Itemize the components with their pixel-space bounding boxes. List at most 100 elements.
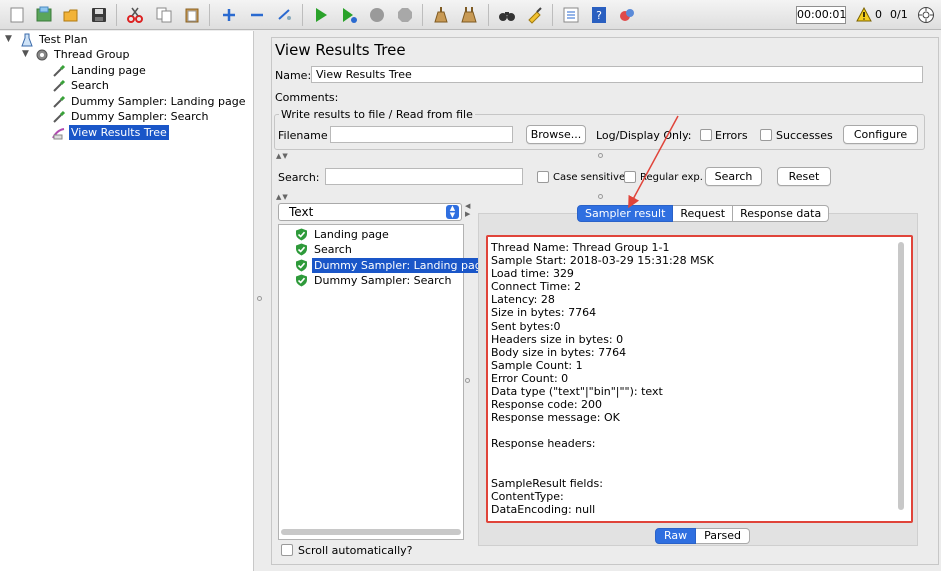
templates-icon[interactable]: [33, 4, 55, 26]
tree-item-view-results-tree[interactable]: View Results Tree: [52, 125, 169, 140]
splitter-handle[interactable]: [598, 194, 603, 199]
clear-all-icon[interactable]: [458, 4, 480, 26]
active-threads-count: 0/1: [890, 8, 908, 21]
expand-arrow-icon[interactable]: ▼: [22, 49, 29, 59]
regular-exp-label: Regular exp.: [640, 172, 703, 183]
errors-checkbox[interactable]: [700, 129, 712, 141]
collapse-icon[interactable]: [246, 4, 268, 26]
test-plan-tree: ▼ Test Plan ▼ Thread Group Landing page …: [0, 31, 254, 571]
list-item[interactable]: Search: [295, 242, 354, 257]
browse-button[interactable]: Browse...: [526, 125, 586, 144]
open-icon[interactable]: [60, 4, 82, 26]
tree-item-label: Search: [71, 79, 109, 92]
test-plan-icon: [20, 33, 34, 47]
expand-icon[interactable]: [218, 4, 240, 26]
tree-item-label: Test Plan: [39, 33, 88, 46]
reset-search-icon[interactable]: [524, 4, 546, 26]
splitter-handle[interactable]: [598, 153, 603, 158]
sampler-result-text[interactable]: Thread Name: Thread Group 1-1 Sample Sta…: [486, 235, 913, 523]
collapse-arrows[interactable]: ▲▼: [276, 152, 289, 160]
comments-label: Comments:: [275, 91, 339, 104]
search-icon[interactable]: [496, 4, 518, 26]
cut-icon[interactable]: [124, 4, 146, 26]
search-label: Search:: [278, 171, 320, 184]
clear-icon[interactable]: [430, 4, 452, 26]
scroll-automatically-label: Scroll automatically?: [298, 544, 413, 557]
splitter-handle[interactable]: [465, 378, 470, 383]
function-helper-icon[interactable]: [560, 4, 582, 26]
expand-arrow-icon[interactable]: ▼: [5, 34, 12, 44]
list-item-label: Dummy Sampler: Landing page: [312, 258, 491, 273]
name-field[interactable]: View Results Tree: [311, 66, 923, 83]
tab-sampler-result[interactable]: Sampler result: [577, 205, 674, 222]
write-results-title: Write results to file / Read from file: [279, 108, 475, 121]
pipette-icon: [52, 110, 66, 124]
name-label: Name:: [275, 69, 312, 82]
remote-status-icon[interactable]: [917, 6, 935, 27]
sample-results-list: Landing page Search Dummy Sampler: Landi…: [278, 224, 491, 540]
tree-item-test-plan[interactable]: Test Plan: [20, 32, 90, 47]
toggle-icon[interactable]: [274, 4, 296, 26]
scroll-automatically-checkbox[interactable]: [281, 544, 293, 556]
filename-input[interactable]: [330, 126, 513, 143]
successes-checkbox[interactable]: [760, 129, 772, 141]
regular-exp-checkbox[interactable]: [624, 171, 636, 183]
horizontal-scrollbar[interactable]: [281, 529, 461, 535]
pipette-icon: [52, 95, 66, 109]
tab-response-data[interactable]: Response data: [733, 205, 830, 222]
tree-item-landing-page[interactable]: Landing page: [52, 63, 148, 78]
renderer-select[interactable]: Text ▲ ▼: [278, 203, 462, 221]
warning-icon[interactable]: [856, 6, 872, 25]
toolbar: ? 00:00:01 0 0/1: [0, 0, 941, 30]
main-splitter[interactable]: [254, 31, 268, 571]
list-item[interactable]: Dummy Sampler: Search: [295, 273, 453, 288]
search-input[interactable]: [325, 168, 523, 185]
start-no-pause-icon[interactable]: [338, 4, 360, 26]
success-shield-icon: [296, 243, 307, 256]
success-shield-icon: [296, 259, 307, 272]
tree-item-label: Thread Group: [54, 48, 130, 61]
raw-button[interactable]: Raw: [655, 528, 697, 544]
list-item-label: Landing page: [314, 228, 389, 241]
elapsed-timer: 00:00:01: [796, 6, 846, 24]
vertical-scrollbar[interactable]: [898, 242, 904, 510]
list-item[interactable]: Landing page: [295, 227, 391, 242]
save-icon[interactable]: [88, 4, 110, 26]
tree-item-dummy-landing[interactable]: Dummy Sampler: Landing page: [52, 94, 247, 109]
list-item[interactable]: Dummy Sampler: Landing page: [295, 258, 491, 273]
collapse-arrows[interactable]: ◀ ▶: [465, 202, 471, 218]
log-display-label: Log/Display Only:: [596, 129, 692, 142]
list-item-label: Dummy Sampler: Search: [314, 274, 452, 287]
new-icon[interactable]: [6, 4, 28, 26]
tree-item-label: View Results Tree: [69, 125, 169, 140]
shutdown-icon[interactable]: [394, 4, 416, 26]
tree-item-thread-group[interactable]: Thread Group: [35, 47, 131, 62]
tab-request[interactable]: Request: [673, 205, 734, 222]
configure-button[interactable]: Configure: [843, 125, 918, 144]
svg-text:?: ?: [596, 9, 602, 22]
renderer-selected-value: Text: [289, 205, 314, 219]
tree-item-dummy-search[interactable]: Dummy Sampler: Search: [52, 109, 210, 124]
collapse-arrows[interactable]: ▲▼: [276, 193, 289, 201]
search-button[interactable]: Search: [705, 167, 762, 186]
copy-icon[interactable]: [153, 4, 175, 26]
case-sensitive-label: Case sensitive: [553, 172, 626, 183]
parsed-button[interactable]: Parsed: [696, 528, 751, 544]
case-sensitive-checkbox[interactable]: [537, 171, 549, 183]
tree-item-label: Dummy Sampler: Landing page: [71, 95, 246, 108]
chevron-updown-icon: ▲ ▼: [446, 205, 459, 219]
remote-icon[interactable]: [616, 4, 638, 26]
list-item-label: Search: [314, 243, 352, 256]
reset-button[interactable]: Reset: [777, 167, 831, 186]
listener-icon: [52, 126, 66, 140]
tree-item-search[interactable]: Search: [52, 78, 111, 93]
stop-icon[interactable]: [366, 4, 388, 26]
help-icon[interactable]: ?: [588, 4, 610, 26]
success-shield-icon: [296, 228, 307, 241]
start-icon[interactable]: [310, 4, 332, 26]
view-mode-toggle: Raw Parsed: [655, 528, 751, 544]
successes-label: Successes: [776, 129, 833, 142]
tree-item-label: Landing page: [71, 64, 146, 77]
success-shield-icon: [296, 274, 307, 287]
paste-icon[interactable]: [181, 4, 203, 26]
